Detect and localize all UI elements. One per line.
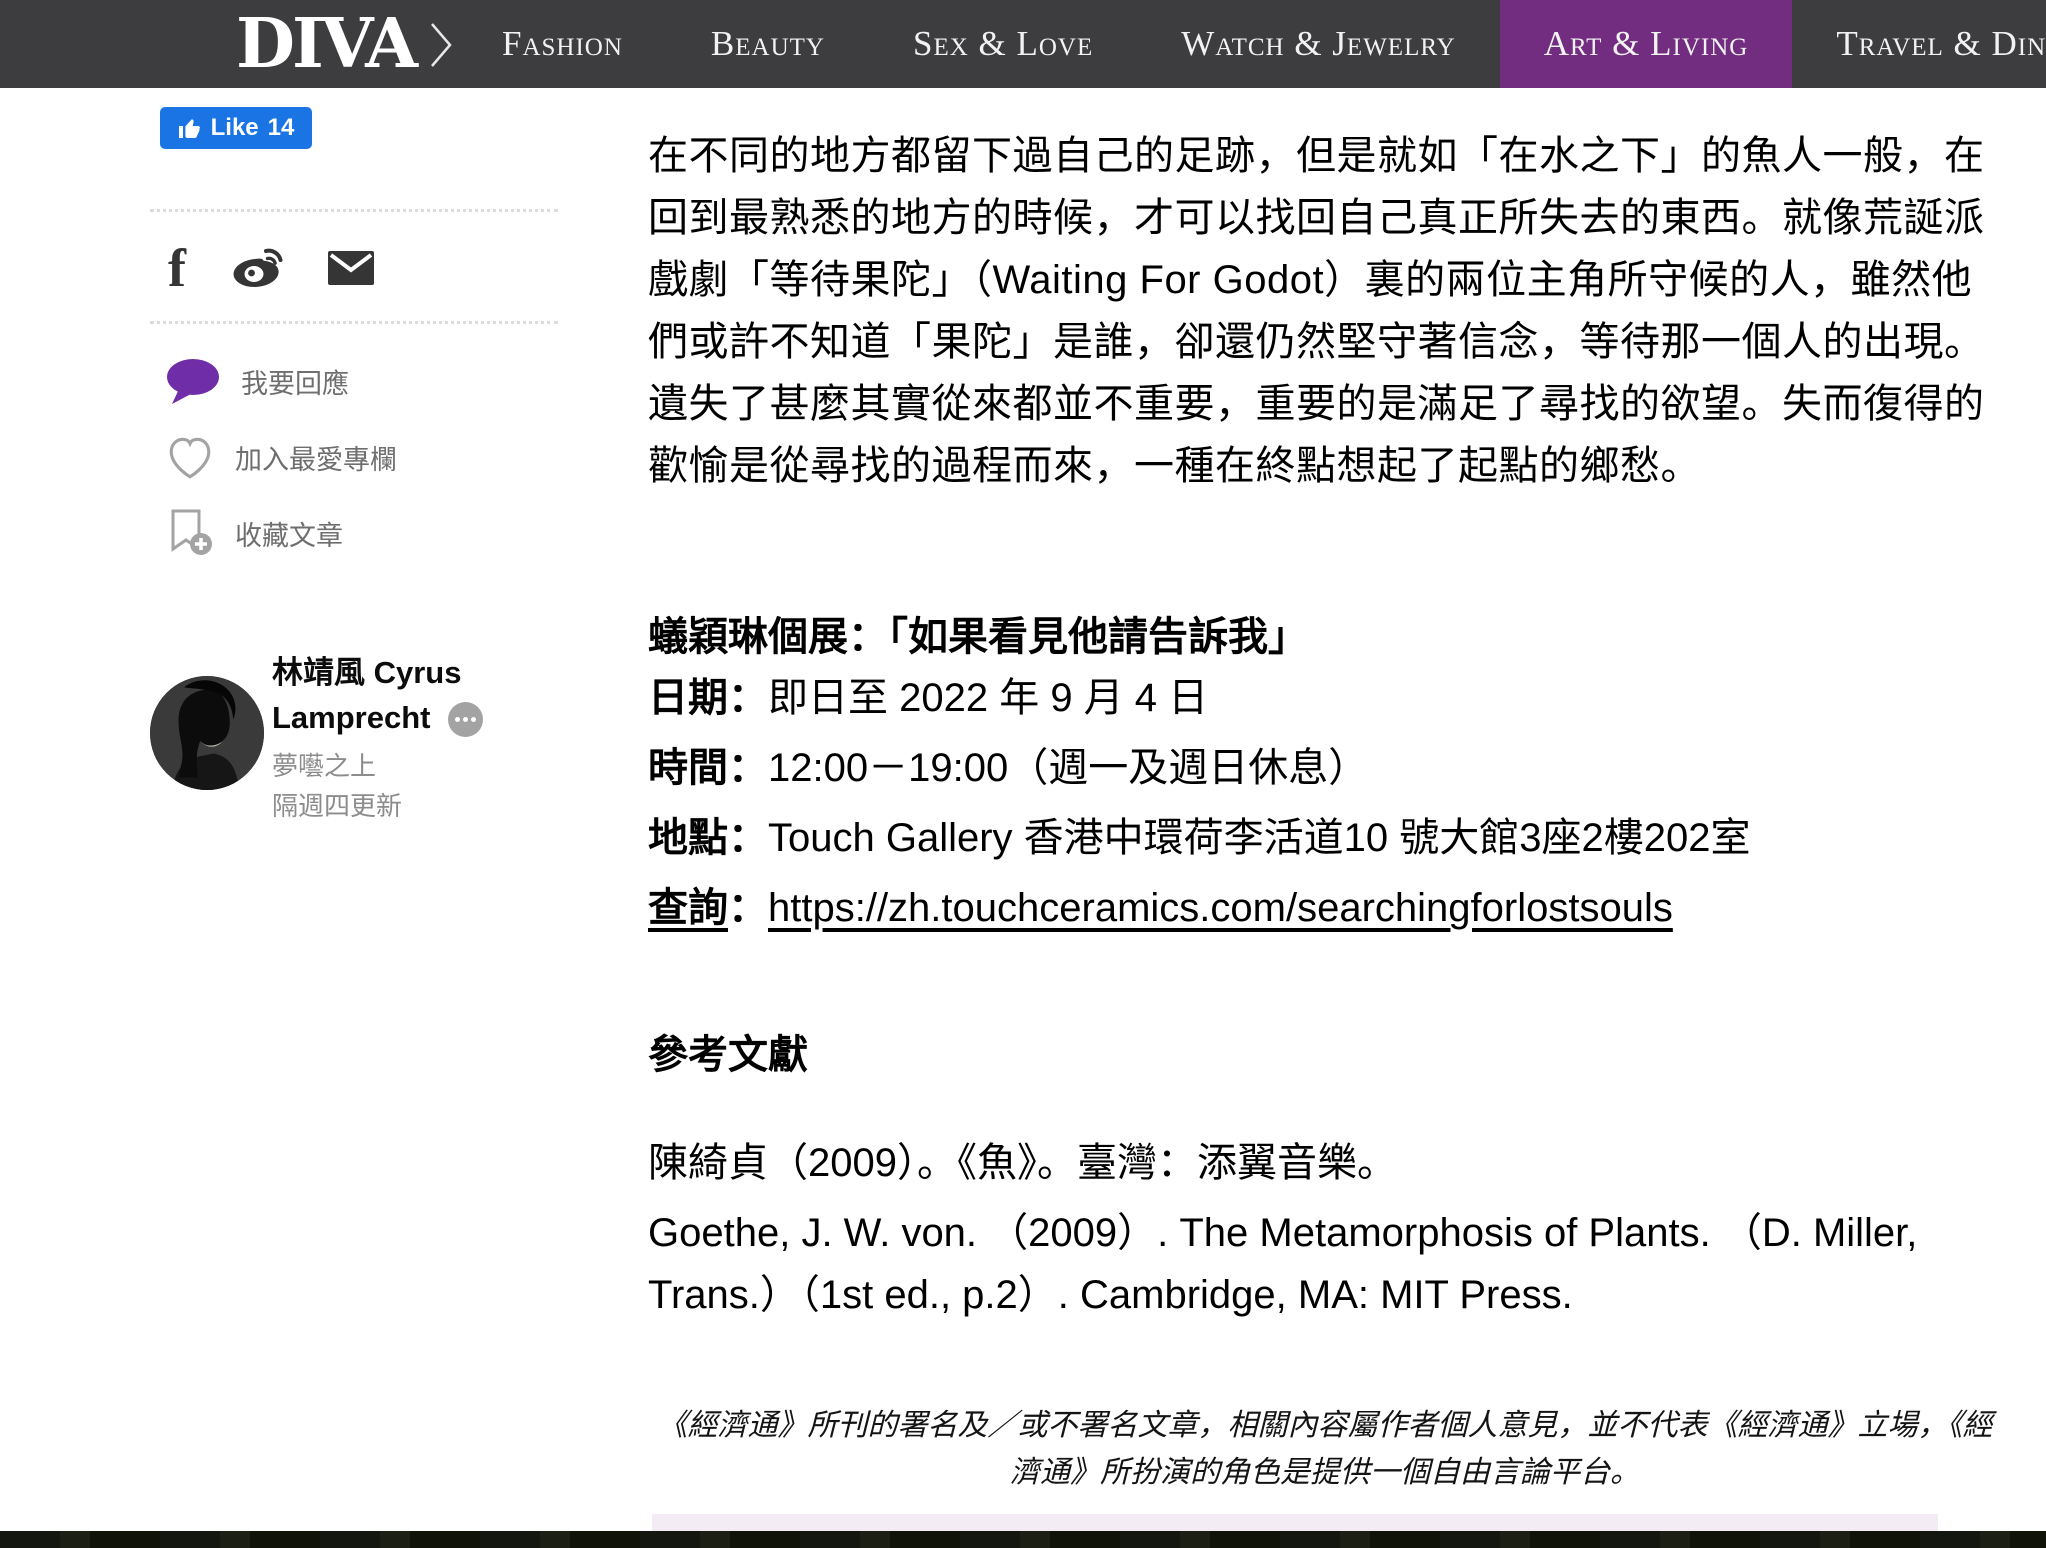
favorite-column-action[interactable]: 加入最愛專欄 — [165, 428, 397, 486]
footer-image-strip — [0, 1531, 2046, 1548]
nav-item-travel-dining[interactable]: Travel & Dining — [1792, 0, 2046, 88]
bookmark-article-action[interactable]: 收藏文章 — [165, 504, 343, 562]
dotted-divider — [150, 321, 558, 324]
like-count: 14 — [268, 114, 295, 142]
exhibition-details: 日期：即日至 2022 年 9 月 4 日 時間：12:00－19:00（週一及… — [648, 663, 2008, 943]
next-section-strip — [652, 1514, 1938, 1532]
favorite-column-label: 加入最愛專欄 — [235, 438, 397, 477]
detail-value: 即日至 2022 年 9 月 4 日 — [768, 676, 1208, 720]
detail-row-date: 日期：即日至 2022 年 9 月 4 日 — [648, 663, 2008, 733]
author-block: 林靖風 Cyrus Lamprecht 夢囈之上 隔週四更新 — [150, 650, 570, 840]
disclaimer-text: 《經濟通》所刊的署名及／或不署名文章，相關內容屬作者個人意見，並不代表《經濟通》… — [655, 1402, 1995, 1496]
exhibition-title: 蟻穎琳個展：「如果看見他請告訴我」 — [648, 604, 1308, 662]
comment-action[interactable]: 我要回應 — [165, 352, 349, 410]
reference-item: 陳綺貞（2009）。《魚》。臺灣：添翼音樂。 — [648, 1132, 2008, 1194]
email-icon[interactable] — [328, 251, 374, 285]
detail-label: 地點 — [648, 816, 728, 860]
top-navbar: DIVA Fashion Beauty Sex & Love Watch & J… — [0, 0, 2046, 88]
share-icon-row: f — [168, 240, 374, 296]
detail-row-time: 時間：12:00－19:00（週一及週日休息） — [648, 733, 2008, 803]
reference-item: Goethe, J. W. von. （2009）. The Metamorph… — [648, 1202, 2008, 1326]
comment-bubble-icon — [165, 355, 221, 407]
comment-action-label: 我要回應 — [241, 362, 349, 401]
detail-row-enquiry: 查詢：https://zh.touchceramics.com/searchin… — [648, 873, 2008, 943]
nav-item-beauty[interactable]: Beauty — [667, 0, 869, 88]
detail-row-venue: 地點：Touch Gallery 香港中環荷李活道10 號大館3座2樓202室 — [648, 803, 2008, 873]
page: DIVA Fashion Beauty Sex & Love Watch & J… — [0, 0, 2046, 1548]
facebook-icon[interactable]: f — [168, 241, 186, 295]
bookmark-article-label: 收藏文章 — [235, 514, 343, 553]
detail-value: 12:00－19:00（週一及週日休息） — [768, 746, 1368, 790]
enquiry-url-link[interactable]: https://zh.touchceramics.com/searchingfo… — [768, 886, 1673, 930]
detail-label: 日期 — [648, 676, 728, 720]
author-update-schedule: 隔週四更新 — [272, 786, 402, 823]
facebook-like-button[interactable]: Like 14 — [160, 107, 312, 149]
nav-item-fashion[interactable]: Fashion — [458, 0, 667, 88]
detail-label: 查詢 — [648, 886, 728, 930]
ellipsis-icon[interactable] — [448, 702, 483, 737]
author-avatar[interactable] — [150, 676, 264, 790]
nav-item-watch-jewelry[interactable]: Watch & Jewelry — [1137, 0, 1499, 88]
like-label: Like — [211, 114, 259, 142]
detail-label: 時間 — [648, 746, 728, 790]
weibo-icon[interactable] — [228, 243, 286, 293]
author-column-name: 夢囈之上 — [272, 746, 376, 783]
nav-item-art-living[interactable]: Art & Living — [1500, 0, 1793, 88]
thumbs-up-icon — [178, 116, 202, 140]
references-heading: 參考文獻 — [648, 1022, 808, 1080]
heart-outline-icon — [165, 433, 215, 481]
diva-logo[interactable]: DIVA — [236, 6, 415, 82]
main-nav: Fashion Beauty Sex & Love Watch & Jewelr… — [458, 0, 2046, 88]
detail-value: Touch Gallery 香港中環荷李活道10 號大館3座2樓202室 — [768, 816, 1751, 860]
article-paragraph: 在不同的地方都留下過自己的足跡，但是就如「在水之下」的魚人一般，在回到最熟悉的地… — [648, 125, 2008, 497]
bookmark-add-icon — [165, 508, 215, 558]
chevron-right-icon — [428, 22, 454, 68]
nav-item-sex-love[interactable]: Sex & Love — [869, 0, 1137, 88]
dotted-divider — [150, 209, 558, 212]
